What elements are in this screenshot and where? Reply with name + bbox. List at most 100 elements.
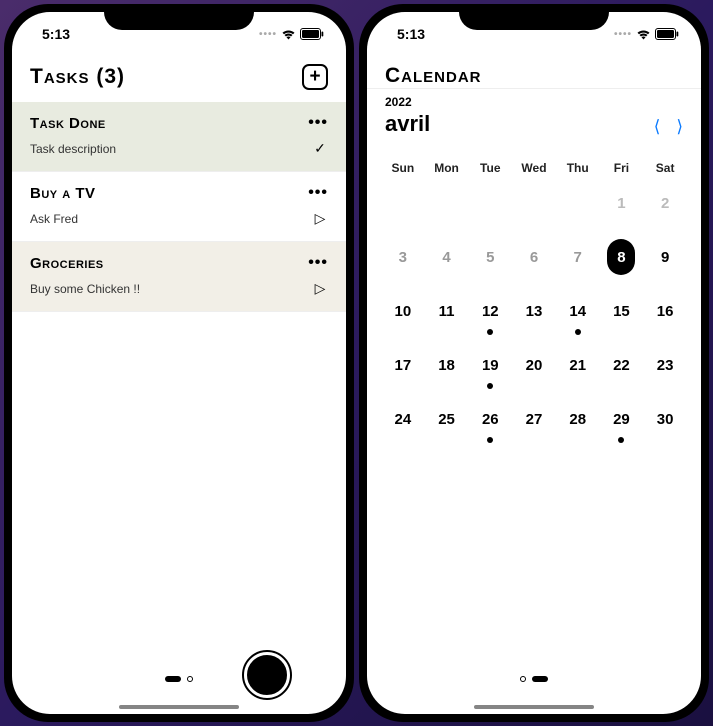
calendar-day[interactable]: 3 — [381, 241, 425, 273]
task-item[interactable]: Groceries ••• Buy some Chicken !! ▷ — [12, 242, 346, 312]
status-icons: •••• — [614, 28, 679, 40]
prev-month-button[interactable]: ⟨ — [654, 117, 661, 137]
calendar-day[interactable]: 21 — [556, 349, 600, 381]
calendar-day[interactable]: 7 — [556, 241, 600, 273]
phone-tasks: 5:13 •••• Tasks (3) + Task Done ••• Task… — [4, 4, 354, 722]
bottom-bar — [12, 644, 346, 714]
more-icon[interactable]: ••• — [308, 254, 328, 272]
task-item[interactable]: Task Done ••• Task description ✓ — [12, 102, 346, 172]
calendar-day[interactable]: 22 — [600, 349, 644, 381]
calendar-day[interactable]: 27 — [512, 403, 556, 435]
dow-label: Wed — [512, 161, 556, 175]
tasks-header: Tasks (3) + — [12, 56, 346, 102]
calendar-day[interactable]: 16 — [643, 295, 687, 327]
page-indicator[interactable] — [520, 676, 548, 682]
calendar-day — [512, 187, 556, 219]
play-icon[interactable]: ▷ — [312, 280, 328, 297]
battery-icon — [300, 28, 324, 40]
cellular-icon: •••• — [259, 29, 277, 40]
calendar-day — [425, 187, 469, 219]
page-indicator[interactable] — [165, 676, 193, 682]
calendar-day[interactable]: 30 — [643, 403, 687, 435]
more-icon[interactable]: ••• — [308, 184, 328, 202]
calendar-year: 2022 — [385, 95, 430, 109]
calendar-day[interactable]: 15 — [600, 295, 644, 327]
calendar-day — [468, 187, 512, 219]
add-task-button[interactable]: + — [302, 64, 328, 90]
calendar-month-nav: 2022 avril ⟨ ⟩ — [367, 88, 701, 145]
calendar-day[interactable]: 18 — [425, 349, 469, 381]
more-icon[interactable]: ••• — [308, 114, 328, 132]
calendar-day[interactable]: 8 — [600, 241, 644, 273]
calendar-day[interactable]: 23 — [643, 349, 687, 381]
calendar-day[interactable]: 10 — [381, 295, 425, 327]
dow-label: Tue — [468, 161, 512, 175]
calendar-day[interactable]: 4 — [425, 241, 469, 273]
calendar-day[interactable]: 29 — [600, 403, 644, 435]
calendar-day[interactable]: 5 — [468, 241, 512, 273]
task-title: Groceries — [30, 255, 104, 272]
dow-label: Sun — [381, 161, 425, 175]
calendar-day[interactable]: 11 — [425, 295, 469, 327]
task-description: Task description — [30, 142, 116, 156]
battery-icon — [655, 28, 679, 40]
phone-calendar: 5:13 •••• Calendar 2022 avril ⟨ ⟩ Sun — [359, 4, 709, 722]
calendar-day[interactable]: 26 — [468, 403, 512, 435]
event-dot-icon — [575, 329, 581, 335]
calendar-day[interactable]: 24 — [381, 403, 425, 435]
cellular-icon: •••• — [614, 29, 632, 40]
dow-label: Thu — [556, 161, 600, 175]
page-dot-2 — [187, 676, 193, 682]
calendar-header: Calendar — [367, 56, 701, 88]
status-time: 5:13 — [389, 26, 425, 42]
screen-calendar: 5:13 •••• Calendar 2022 avril ⟨ ⟩ Sun — [367, 12, 701, 714]
page-dot-2 — [532, 676, 548, 682]
event-dot-icon — [487, 383, 493, 389]
notch — [459, 4, 609, 30]
dow-label: Mon — [425, 161, 469, 175]
calendar-day[interactable]: 28 — [556, 403, 600, 435]
calendar-day[interactable]: 17 — [381, 349, 425, 381]
task-item[interactable]: Buy a TV ••• Ask Fred ▷ — [12, 172, 346, 242]
play-icon[interactable]: ▷ — [312, 210, 328, 227]
home-indicator[interactable] — [119, 705, 239, 709]
event-dot-icon — [487, 437, 493, 443]
notch — [104, 4, 254, 30]
task-description: Ask Fred — [30, 212, 78, 226]
status-time: 5:13 — [34, 26, 70, 42]
wifi-icon — [281, 29, 296, 40]
calendar-day[interactable]: 19 — [468, 349, 512, 381]
calendar-dow-row: Sun Mon Tue Wed Thu Fri Sat — [381, 153, 687, 187]
screen-tasks: 5:13 •••• Tasks (3) + Task Done ••• Task… — [12, 12, 346, 714]
calendar-nav: ⟨ ⟩ — [654, 117, 683, 137]
calendar-day[interactable]: 6 — [512, 241, 556, 273]
calendar-month: avril — [385, 111, 430, 137]
calendar-day[interactable]: 12 — [468, 295, 512, 327]
calendar-year-month: 2022 avril — [385, 95, 430, 137]
calendar-day[interactable]: 25 — [425, 403, 469, 435]
task-title: Buy a TV — [30, 185, 96, 202]
calendar-day[interactable]: 2 — [643, 187, 687, 219]
task-title: Task Done — [30, 115, 106, 132]
calendar-grid: Sun Mon Tue Wed Thu Fri Sat 123456789101… — [367, 145, 701, 443]
status-icons: •••• — [259, 28, 324, 40]
page-title: Tasks (3) — [30, 65, 125, 89]
dow-label: Sat — [643, 161, 687, 175]
home-indicator[interactable] — [474, 705, 594, 709]
event-dot-icon — [487, 329, 493, 335]
next-month-button[interactable]: ⟩ — [676, 117, 683, 137]
fab-button[interactable] — [244, 652, 290, 698]
calendar-day[interactable]: 20 — [512, 349, 556, 381]
calendar-day[interactable]: 9 — [643, 241, 687, 273]
calendar-day[interactable]: 14 — [556, 295, 600, 327]
event-dot-icon — [618, 437, 624, 443]
calendar-day — [381, 187, 425, 219]
wifi-icon — [636, 29, 651, 40]
page-dot-1 — [520, 676, 526, 682]
calendar-day[interactable]: 1 — [600, 187, 644, 219]
calendar-days: 1234567891011121314151617181920212223242… — [381, 187, 687, 435]
calendar-day[interactable]: 13 — [512, 295, 556, 327]
page-title: Calendar — [385, 64, 482, 88]
bottom-bar — [367, 644, 701, 714]
checkmark-icon: ✓ — [312, 140, 328, 157]
